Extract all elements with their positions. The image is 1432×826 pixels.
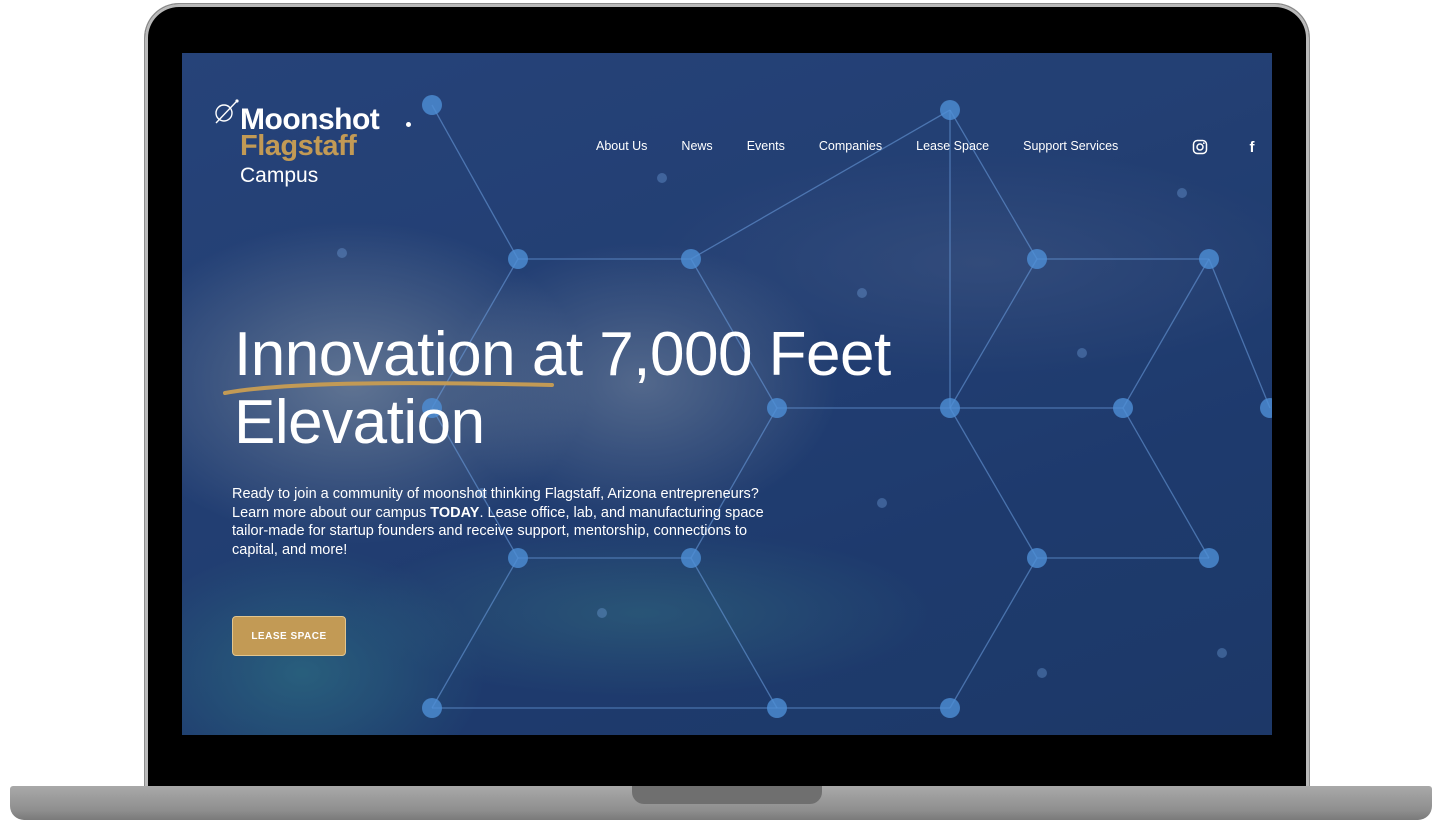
network-small-dot — [657, 173, 667, 183]
network-node — [422, 698, 442, 718]
nav-item-companies[interactable]: Companies — [819, 139, 882, 159]
main-nav: About Us News Events Companies Lease Spa… — [596, 139, 1152, 159]
network-line — [949, 557, 1038, 709]
network-small-dot — [857, 288, 867, 298]
hero-description-emphasis: TODAY — [430, 504, 480, 521]
hero-description: Ready to join a community of moonshot th… — [232, 485, 792, 559]
network-line — [431, 104, 519, 260]
network-line — [690, 557, 778, 709]
laptop-notch — [632, 786, 822, 804]
network-line — [431, 557, 519, 709]
network-node — [1027, 548, 1047, 568]
network-small-dot — [877, 498, 887, 508]
network-node — [940, 100, 960, 120]
nav-item-support-services[interactable]: Support Services — [1023, 139, 1118, 159]
instagram-icon[interactable] — [1190, 137, 1210, 157]
hero-title-underline — [223, 381, 554, 395]
network-small-dot — [1177, 188, 1187, 198]
logo-text-campus: Campus — [240, 164, 319, 187]
logo-text-flagstaff: Flagstaff — [240, 130, 357, 162]
network-node — [681, 249, 701, 269]
network-small-dot — [1217, 648, 1227, 658]
nav-item-news[interactable]: News — [681, 139, 712, 159]
network-line — [690, 109, 951, 260]
network-node — [1027, 249, 1047, 269]
network-node — [940, 698, 960, 718]
network-small-dot — [1037, 668, 1047, 678]
planet-orbit-icon — [215, 99, 239, 124]
network-line — [949, 109, 1038, 260]
network-small-dot — [597, 608, 607, 618]
network-line — [1122, 258, 1210, 409]
logo-dot — [406, 122, 411, 127]
network-node — [1113, 398, 1133, 418]
website-screen: Moonshot Flagstaff Campus About Us News … — [182, 53, 1272, 735]
hero-title-line2: Elevation — [234, 388, 485, 457]
network-small-dot — [1077, 348, 1087, 358]
network-node — [508, 249, 528, 269]
network-small-dot — [337, 248, 347, 258]
nav-item-events[interactable]: Events — [747, 139, 785, 159]
nav-item-about-us[interactable]: About Us — [596, 139, 647, 159]
facebook-icon[interactable]: f — [1242, 137, 1262, 157]
network-node — [767, 698, 787, 718]
network-line — [1208, 258, 1271, 409]
network-node — [1260, 398, 1272, 418]
lease-space-button[interactable]: LEASE SPACE — [232, 616, 346, 656]
network-node — [1199, 249, 1219, 269]
network-line — [1122, 407, 1210, 559]
site-logo[interactable]: Moonshot Flagstaff Campus — [212, 97, 432, 197]
network-node — [1199, 548, 1219, 568]
nav-item-lease-space[interactable]: Lease Space — [916, 139, 989, 159]
